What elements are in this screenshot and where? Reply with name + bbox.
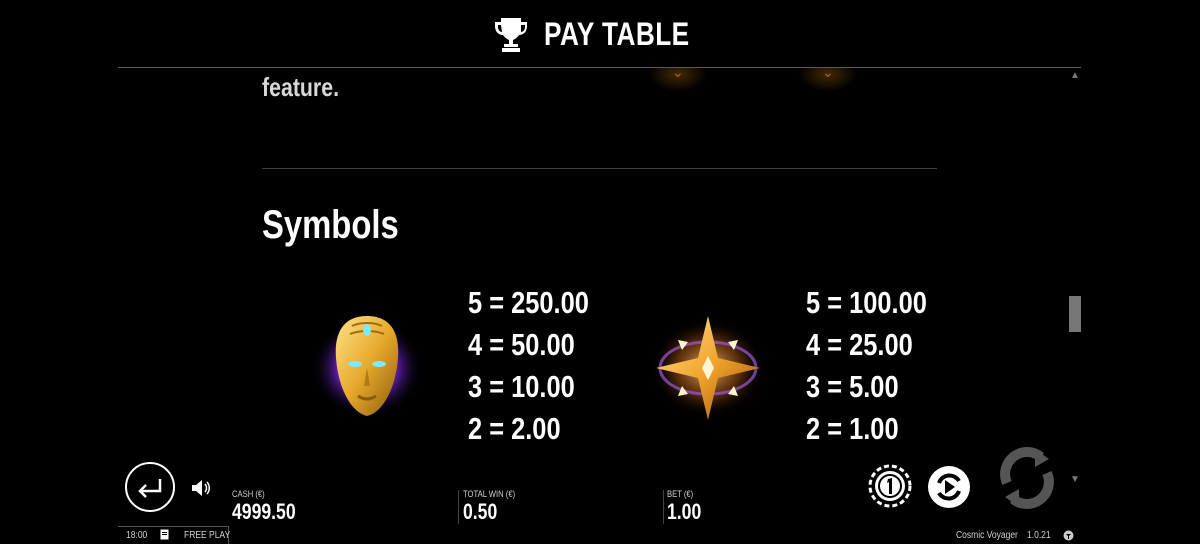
- header: PAY TABLE: [0, 0, 1200, 68]
- cash-label: CASH (€): [232, 489, 265, 499]
- trophy-icon: [495, 18, 528, 52]
- star-paytable: 5 = 100.00 4 = 25.00 3 = 5.00 2 = 1.00: [806, 282, 953, 450]
- footer-divider: [118, 526, 228, 527]
- thunderkick-logo-icon: [1063, 530, 1074, 541]
- payout-4: 4 = 25.00: [806, 327, 913, 362]
- stat-divider: [458, 490, 459, 524]
- scroll-down-icon[interactable]: ▼: [1069, 474, 1081, 486]
- total-win-value: 0.50: [463, 499, 498, 524]
- coin-bet-button[interactable]: [868, 464, 912, 508]
- payout-3: 3 = 5.00: [806, 369, 899, 404]
- paytable-content[interactable]: feature. ⌄ ⌄ Symbols 5 = 250.00 4 = 50.0…: [118, 68, 1068, 478]
- version: 1.0.21: [1027, 530, 1051, 541]
- bet-value: 1.00: [667, 499, 702, 524]
- scrollbar[interactable]: ▲ ▼: [1068, 68, 1082, 490]
- scroll-thumb[interactable]: [1069, 296, 1081, 332]
- cash-value: 4999.50: [232, 499, 296, 524]
- total-win-display: TOTAL WIN (€) 0.50: [463, 489, 524, 525]
- sound-icon[interactable]: [190, 478, 212, 498]
- glow-decoration-icon: ⌄: [798, 68, 858, 92]
- game-name: Cosmic Voyager: [956, 530, 1018, 541]
- golden-star-icon: [650, 316, 766, 420]
- glow-decoration-icon: ⌄: [648, 68, 708, 92]
- feature-text: feature.: [262, 72, 340, 102]
- payout-5: 5 = 250.00: [468, 285, 589, 320]
- spin-button[interactable]: [995, 445, 1061, 511]
- scroll-up-icon[interactable]: ▲: [1069, 70, 1081, 82]
- payout-4: 4 = 50.00: [468, 327, 575, 362]
- section-title: Symbols: [262, 203, 399, 247]
- total-win-label: TOTAL WIN (€): [463, 489, 516, 499]
- mask-paytable: 5 = 250.00 4 = 50.00 3 = 10.00 2 = 2.00: [468, 282, 615, 450]
- payout-2: 2 = 1.00: [806, 411, 899, 446]
- payout-5: 5 = 100.00: [806, 285, 927, 320]
- clock: 18:00: [126, 530, 148, 541]
- bet-label: BET (€): [667, 489, 694, 499]
- document-icon: [160, 529, 169, 540]
- section-divider: [262, 168, 937, 169]
- golden-mask-icon: [311, 316, 423, 418]
- bet-display[interactable]: BET (€) 1.00: [667, 489, 710, 525]
- stat-divider: [663, 490, 664, 524]
- payout-2: 2 = 2.00: [468, 411, 561, 446]
- play-mode: FREE PLAY: [184, 530, 231, 541]
- cash-display: CASH (€) 4999.50: [232, 489, 312, 525]
- autoplay-button[interactable]: [926, 464, 972, 510]
- back-button[interactable]: [124, 461, 176, 513]
- page-title: PAY TABLE: [544, 15, 690, 52]
- payout-3: 3 = 10.00: [468, 369, 575, 404]
